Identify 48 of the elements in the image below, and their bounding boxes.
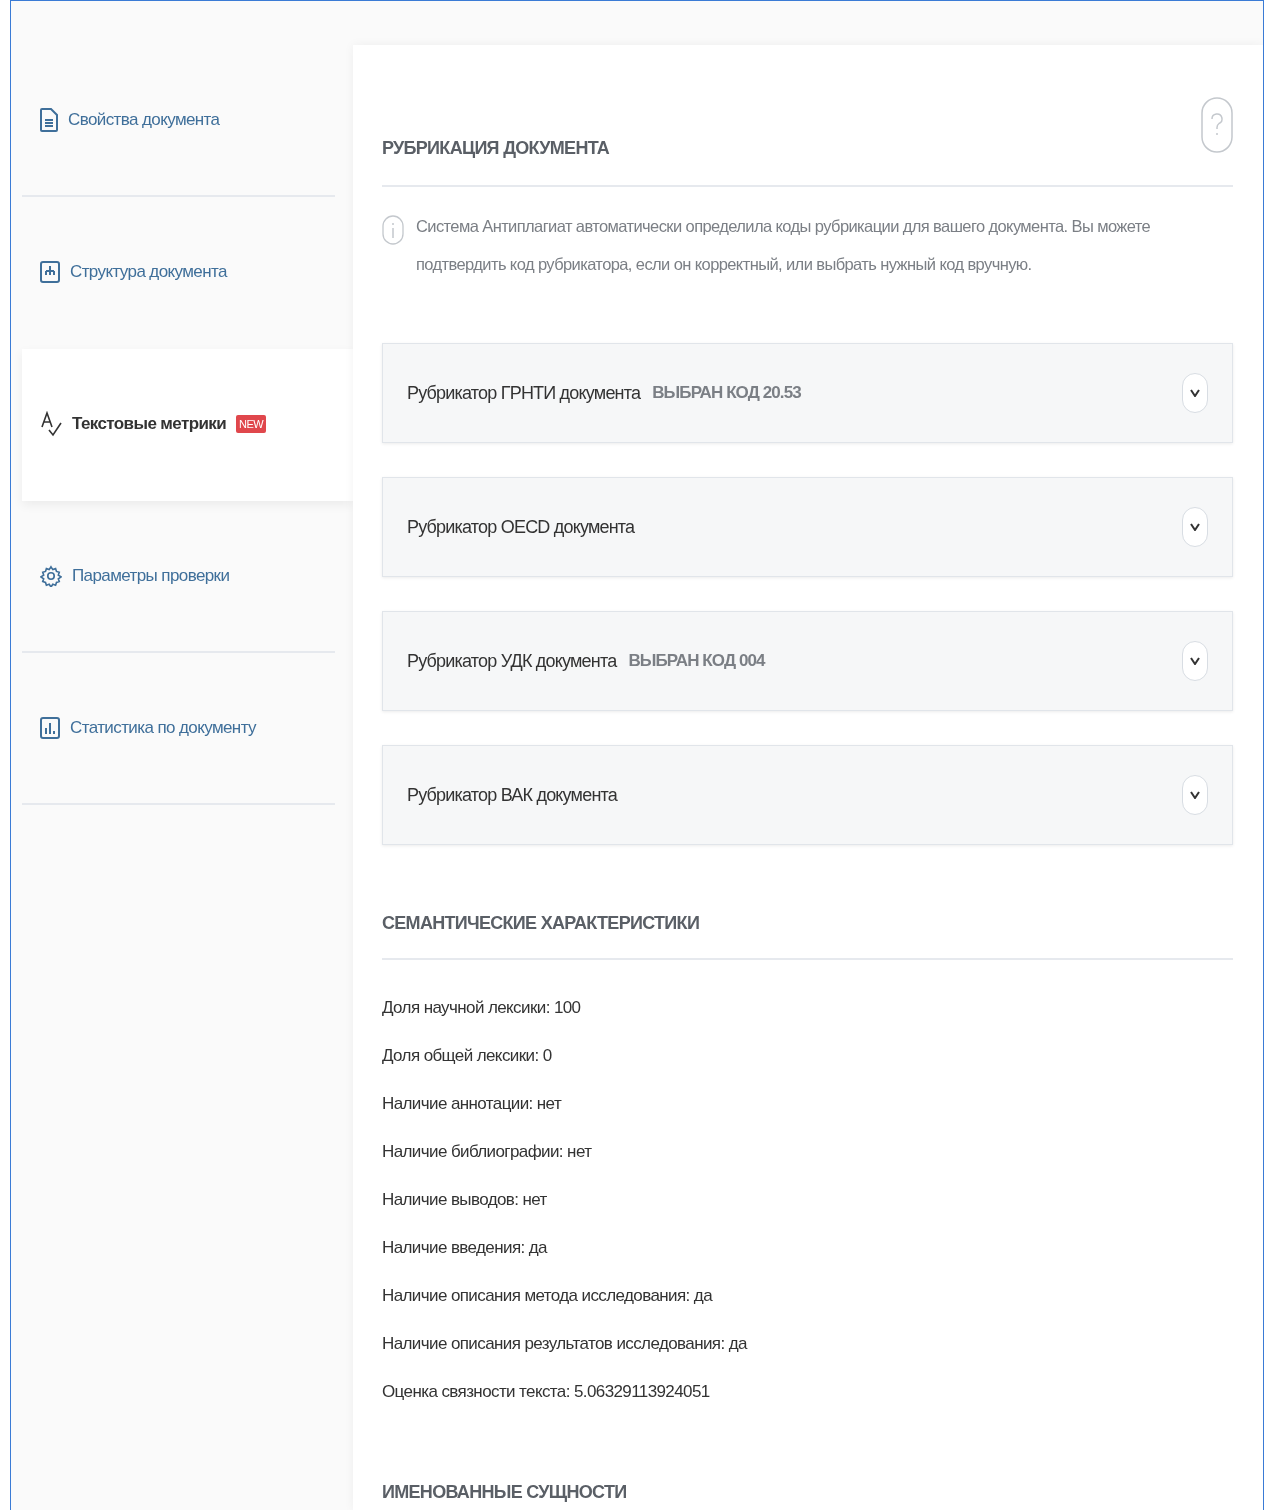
metric-row-text: Доля общей лексики: 0 <box>382 1045 553 1067</box>
rubricator-accordion[interactable]: Рубрикатор ГРНТИ документа ВЫБРАН КОД 20.53 <box>382 343 1233 443</box>
rubricator-title: Рубрикатор OECD документа <box>407 516 635 538</box>
rubricator-title: Рубрикатор ВАК документа <box>407 784 617 806</box>
sidebar-item[interactable]: Статистика по документу <box>22 653 335 805</box>
chevron-icon <box>1190 657 1200 665</box>
expand-button[interactable] <box>1182 775 1208 815</box>
sidebar-item-label: Статистика по документу <box>70 718 256 738</box>
rubricator-accordion[interactable]: Рубрикатор УДК документа ВЫБРАН КОД 004 <box>382 611 1233 711</box>
expand-button[interactable] <box>1182 373 1208 413</box>
sidebar-item[interactable]: Текстовые метрики NEW <box>22 349 353 501</box>
rubricator-title: Рубрикатор ГРНТИ документа <box>407 382 641 404</box>
spellcheck-icon <box>40 411 62 437</box>
metric-row-text: Наличие описания метода исследования: да <box>382 1285 714 1307</box>
sidebar-item[interactable]: Структура документа <box>22 197 335 349</box>
document-icon <box>40 108 58 132</box>
sidebar-item[interactable]: Свойства документа <box>22 45 335 197</box>
sidebar-item-label: Структура документа <box>70 262 227 282</box>
metric-row-text: Наличие библиографии: нет <box>382 1141 593 1163</box>
rubricator-accordion[interactable]: Рубрикатор OECD документа <box>382 477 1233 577</box>
metric-row-text: Оценка связности текста: 5.06329113924051 <box>382 1381 711 1403</box>
sidebar-item-label: Свойства документа <box>68 110 220 130</box>
metric-row-text: Наличие введения: да <box>382 1237 549 1259</box>
sidebar-item-label: Параметры проверки <box>72 566 230 586</box>
section-heading: СЕМАНТИЧЕСКИЕ ХАРАКТЕРИСТИКИ <box>382 913 700 934</box>
info-text: Система Антиплагиат автоматически определила коды рубрикации для вашего документа. Вы можете подтвердить код рубрикатора, если он корректный, или выбрать нужный код вручную. <box>416 216 1152 275</box>
sidebar-item[interactable]: Параметры проверки <box>22 501 335 653</box>
chevron-icon <box>1190 791 1200 799</box>
bar-chart-icon <box>40 716 60 740</box>
expand-button[interactable] <box>1182 641 1208 681</box>
expand-button[interactable] <box>1182 507 1208 547</box>
chevron-icon <box>1190 389 1200 397</box>
chevron-icon <box>1190 523 1200 531</box>
sidebar-item-label: Текстовые метрики <box>72 414 227 434</box>
selected-code: ВЫБРАН КОД 20.53 <box>652 383 801 403</box>
rubricator-accordion[interactable]: Рубрикатор ВАК документа <box>382 745 1233 845</box>
gear-icon <box>40 565 62 587</box>
selected-code: ВЫБРАН КОД 004 <box>628 651 765 671</box>
rubricator-title: Рубрикатор УДК документа <box>407 650 617 672</box>
section-heading: РУБРИКАЦИЯ ДОКУМЕНТА <box>382 138 610 159</box>
new-badge: NEW <box>236 415 267 433</box>
hierarchy-icon <box>40 260 60 284</box>
metric-row-text: Наличие описания результатов исследования: да <box>382 1333 749 1355</box>
metric-row-text: Наличие аннотации: нет <box>382 1093 563 1115</box>
metric-row-text: Доля научной лексики: 100 <box>382 997 582 1019</box>
section-heading: ИМЕНОВАННЫЕ СУЩНОСТИ <box>382 1482 628 1503</box>
metric-row-text: Наличие выводов: нет <box>382 1189 548 1211</box>
info-icon <box>382 215 404 245</box>
